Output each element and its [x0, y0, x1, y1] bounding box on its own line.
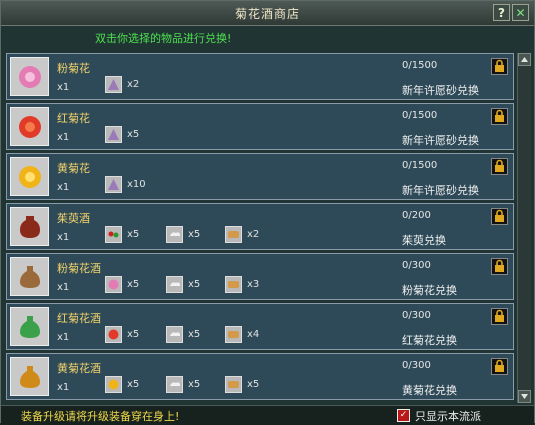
title-bar[interactable]: 菊花酒商店 ? ✕: [1, 1, 534, 26]
cost-count: x5: [188, 329, 201, 340]
item-qty: x1: [57, 382, 70, 393]
lock-icon[interactable]: [491, 358, 508, 375]
wish-sand-icon: [105, 76, 122, 93]
red-chrysanthemum-icon: [105, 326, 122, 343]
item-name: 红菊花: [57, 112, 90, 125]
filter-checkbox-label[interactable]: 只显示本流派: [415, 408, 481, 424]
list-item[interactable]: 茱萸酒 x1 x5 x5 x2 0/200 茱萸兑换: [6, 203, 514, 250]
lock-icon[interactable]: [491, 108, 508, 125]
item-qty: x1: [57, 82, 70, 93]
item-name: 黄菊花酒: [57, 362, 101, 375]
cost-count: x2: [247, 229, 260, 240]
item-qty: x1: [57, 232, 70, 243]
item-name: 红菊花酒: [57, 312, 101, 325]
stock-count: 0/200: [402, 210, 431, 221]
item-name: 茱萸酒: [57, 212, 90, 225]
close-button[interactable]: ✕: [512, 4, 529, 21]
yellow-chrysanthemum-icon: [10, 157, 49, 196]
cloud-icon: [166, 226, 183, 243]
scrollbar[interactable]: [517, 53, 531, 403]
item-name: 黄菊花: [57, 162, 90, 175]
list-item[interactable]: 粉菊花酒 x1 x5 x5 x3 0/300 粉菊花兑换: [6, 253, 514, 300]
list-item[interactable]: 红菊花 x1 x5 0/1500 新年许愿砂兑换: [6, 103, 514, 150]
list-item[interactable]: 黄菊花 x1 x10 0/1500 新年许愿砂兑换: [6, 153, 514, 200]
pink-chrysanthemum-icon: [10, 57, 49, 96]
scroll-icon: [225, 276, 242, 293]
shop-window: 菊花酒商店 ? ✕ 双击你选择的物品进行兑换! 粉菊花 x1 x2 0/1500…: [0, 0, 535, 425]
wish-sand-icon: [105, 126, 122, 143]
pink-chrysanthemum-icon: [105, 276, 122, 293]
cost-count: x5: [188, 379, 201, 390]
stock-count: 0/1500: [402, 110, 438, 121]
exchange-label: 红菊花兑换: [402, 334, 457, 347]
cost-count: x4: [247, 329, 260, 340]
stock-count: 0/300: [402, 360, 431, 371]
cost-count: x2: [127, 79, 140, 90]
cost-count: x5: [127, 329, 140, 340]
item-list: 粉菊花 x1 x2 0/1500 新年许愿砂兑换 红菊花 x1 x5 0/150…: [6, 53, 514, 403]
lock-icon[interactable]: [491, 308, 508, 325]
dogwood-wine-icon: [10, 207, 49, 246]
cloud-icon: [166, 326, 183, 343]
stock-count: 0/300: [402, 260, 431, 271]
scroll-down-button[interactable]: [518, 390, 531, 403]
pink-wine-icon: [10, 257, 49, 296]
scroll-icon: [225, 376, 242, 393]
lock-icon[interactable]: [491, 258, 508, 275]
cost-count: x5: [247, 379, 260, 390]
exchange-label: 新年许愿砂兑换: [402, 84, 479, 97]
cost-count: x5: [127, 229, 140, 240]
list-item[interactable]: 粉菊花 x1 x2 0/1500 新年许愿砂兑换: [6, 53, 514, 100]
exchange-label: 黄菊花兑换: [402, 384, 457, 397]
item-qty: x1: [57, 332, 70, 343]
exchange-label: 粉菊花兑换: [402, 284, 457, 297]
item-qty: x1: [57, 182, 70, 193]
stock-count: 0/1500: [402, 60, 438, 71]
wish-sand-icon: [105, 176, 122, 193]
stock-count: 0/300: [402, 310, 431, 321]
cloud-icon: [166, 276, 183, 293]
item-name: 粉菊花酒: [57, 262, 101, 275]
exchange-label: 新年许愿砂兑换: [402, 134, 479, 147]
filter-checkbox[interactable]: ✓: [397, 409, 410, 422]
footer-bar: 装备升级请将升级装备穿在身上! ✓ 只显示本流派: [1, 405, 534, 425]
exchange-label: 茱萸兑换: [402, 234, 446, 247]
scroll-icon: [225, 326, 242, 343]
yellow-chrysanthemum-icon: [105, 376, 122, 393]
cost-count: x5: [127, 279, 140, 290]
cost-count: x5: [127, 129, 140, 140]
exchange-label: 新年许愿砂兑换: [402, 184, 479, 197]
cost-count: x5: [127, 379, 140, 390]
help-button[interactable]: ?: [493, 4, 510, 21]
item-qty: x1: [57, 132, 70, 143]
red-wine-icon: [10, 307, 49, 346]
list-item[interactable]: 红菊花酒 x1 x5 x5 x4 0/300 红菊花兑换: [6, 303, 514, 350]
dogwood-icon: [105, 226, 122, 243]
scroll-up-button[interactable]: [518, 53, 531, 66]
yellow-wine-icon: [10, 357, 49, 396]
scroll-icon: [225, 226, 242, 243]
window-title: 菊花酒商店: [234, 7, 300, 21]
lock-icon[interactable]: [491, 58, 508, 75]
cost-count: x5: [188, 279, 201, 290]
stock-count: 0/1500: [402, 160, 438, 171]
cloud-icon: [166, 376, 183, 393]
footer-tip: 装备升级请将升级装备穿在身上!: [21, 410, 180, 423]
cost-count: x10: [127, 179, 146, 190]
list-item[interactable]: 黄菊花酒 x1 x5 x5 x5 0/300 黄菊花兑换: [6, 353, 514, 400]
red-chrysanthemum-icon: [10, 107, 49, 146]
item-name: 粉菊花: [57, 62, 90, 75]
lock-icon[interactable]: [491, 158, 508, 175]
lock-icon[interactable]: [491, 208, 508, 225]
cost-count: x3: [247, 279, 260, 290]
item-qty: x1: [57, 282, 70, 293]
hint-text: 双击你选择的物品进行兑换!: [95, 32, 232, 45]
cost-count: x5: [188, 229, 201, 240]
